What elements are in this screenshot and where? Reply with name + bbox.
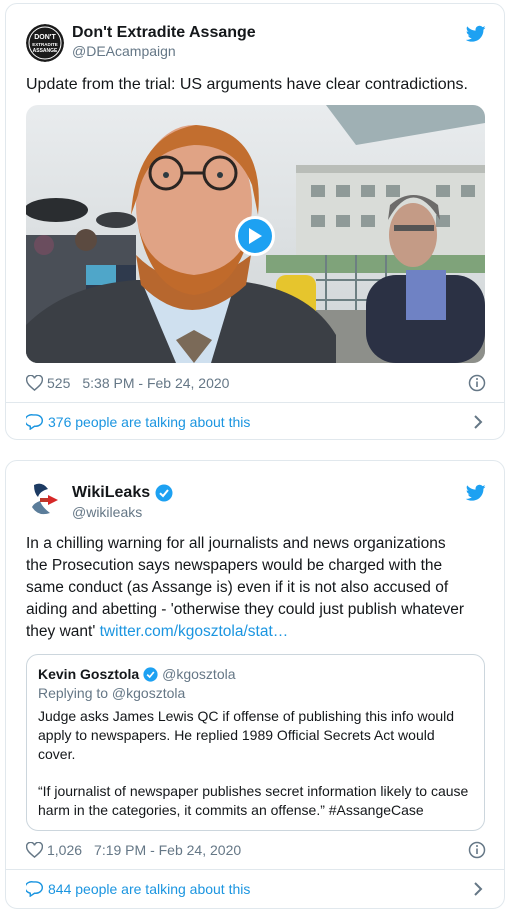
quoted-text-line: “If journalist of newspaper publishes se… — [38, 783, 469, 799]
tweet-text: Update from the trial: US arguments have… — [26, 76, 468, 93]
quoted-text-line: cover. — [38, 746, 76, 762]
tweet-text-line: the Prosecution says newspapers would be… — [26, 557, 443, 574]
conversation-link[interactable]: 844 people are talking about this — [26, 879, 488, 899]
like-count[interactable]: 1,026 — [47, 842, 82, 858]
talking-count: 844 people are talking about this — [48, 881, 251, 897]
author-name-row[interactable]: WikiLeaks — [72, 484, 173, 502]
talking-count: 376 people are talking about this — [48, 414, 251, 430]
tweet-text-line: they want' — [26, 623, 96, 640]
author-name[interactable]: Don't Extradite Assange — [72, 24, 256, 42]
info-icon[interactable] — [468, 841, 486, 859]
tweet-card-wikileaks[interactable]: WikiLeaks @wikileaks In a chilling warni… — [5, 460, 505, 909]
comment-icon — [26, 881, 43, 897]
verified-badge-icon — [143, 666, 158, 682]
twitter-bird-icon[interactable] — [465, 25, 486, 43]
comment-icon — [26, 414, 43, 430]
quoted-text-paragraph: “If journalist of newspaper publishes se… — [38, 782, 478, 820]
author-name[interactable]: WikiLeaks — [72, 484, 150, 502]
author-handle[interactable]: @wikileaks — [72, 504, 142, 520]
tweet-link[interactable]: twitter.com/kgosztola/stat… — [100, 623, 289, 640]
quoted-tweet[interactable]: Kevin Gosztola @kgosztola Replying to @k… — [26, 654, 485, 831]
tweet-meta: 525 5:38 PM - Feb 24, 2020 — [26, 373, 229, 393]
tweet-text-line: In a chilling warning for all journalist… — [26, 535, 446, 552]
quoted-text-paragraph: Judge asks James Lewis QC if offense of … — [38, 707, 478, 764]
quoted-text-line: Judge asks James Lewis QC if offense of … — [38, 708, 455, 724]
quoted-author-row[interactable]: Kevin Gosztola @kgosztola — [38, 666, 236, 682]
verified-badge-icon — [155, 484, 173, 502]
quoted-author-name[interactable]: Kevin Gosztola — [38, 666, 139, 682]
timestamp[interactable]: 7:19 PM - Feb 24, 2020 — [94, 842, 241, 858]
tweet-text-line: same conduct (as Assange is) even if it … — [26, 579, 449, 596]
tweet-text-line: aiding and abetting - 'otherwise they co… — [26, 601, 465, 618]
replying-to[interactable]: Replying to @kgosztola — [38, 685, 185, 701]
avatar-text-line: ASSANGE — [33, 48, 58, 54]
twitter-bird-icon[interactable] — [465, 484, 486, 502]
avatar[interactable]: DON'T EXTRADITE ASSANGE — [26, 24, 64, 62]
play-button[interactable] — [235, 216, 275, 256]
like-count[interactable]: 525 — [47, 375, 70, 391]
chevron-right-icon — [474, 882, 483, 896]
avatar-text-line: EXTRADITE — [32, 42, 58, 47]
heart-icon[interactable] — [26, 842, 43, 858]
chevron-right-icon — [474, 415, 483, 429]
heart-icon[interactable] — [26, 375, 43, 391]
quoted-author-handle[interactable]: @kgosztola — [162, 666, 235, 682]
quoted-text-line: apply to newspapers. He replied 1989 Off… — [38, 727, 435, 743]
divider — [6, 402, 504, 403]
avatar-text-line: DON'T — [34, 34, 56, 41]
avatar[interactable] — [26, 481, 64, 519]
tweet-meta: 1,026 7:19 PM - Feb 24, 2020 — [26, 840, 241, 860]
info-icon[interactable] — [468, 374, 486, 392]
tweet-text: In a chilling warning for all journalist… — [26, 533, 491, 643]
conversation-link[interactable]: 376 people are talking about this — [26, 412, 488, 432]
quoted-text-line: harm in the categories, it commits an of… — [38, 802, 424, 818]
divider — [6, 869, 504, 870]
timestamp[interactable]: 5:38 PM - Feb 24, 2020 — [82, 375, 229, 391]
tweet-card-deacampaign[interactable]: DON'T EXTRADITE ASSANGE Don't Extradite … — [5, 3, 505, 440]
author-handle[interactable]: @DEAcampaign — [72, 43, 176, 59]
play-icon — [249, 228, 262, 244]
